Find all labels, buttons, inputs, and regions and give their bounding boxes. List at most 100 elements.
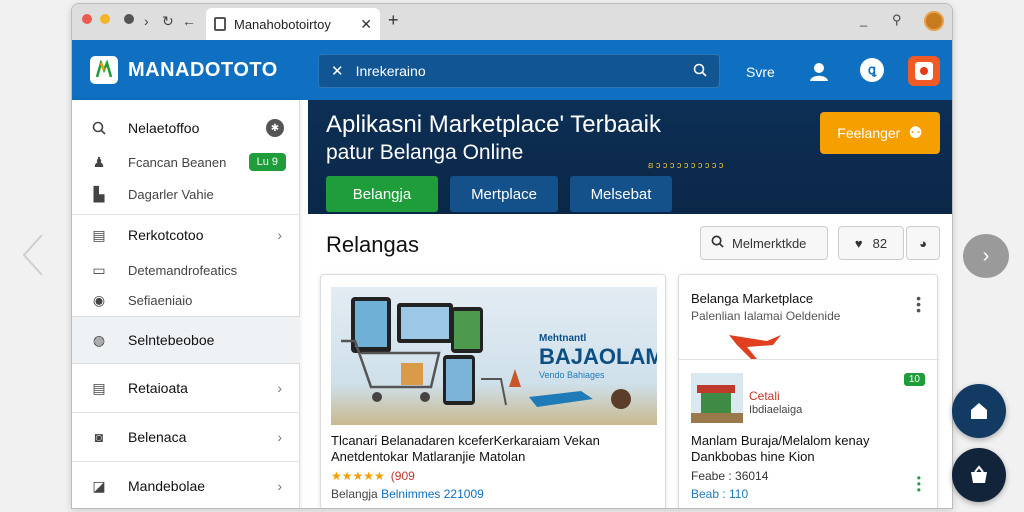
- extension-icon[interactable]: ⚲: [892, 12, 902, 28]
- home-fab[interactable]: [952, 384, 1006, 438]
- tab-marketplace[interactable]: Mertplace: [450, 176, 558, 212]
- sidebar-item-label: Sefiaeniaio: [128, 292, 193, 308]
- price-value: Belnimmes 221009: [381, 487, 484, 501]
- brand-logo[interactable]: MANADOTOTO: [90, 56, 278, 84]
- window-minimize-dot[interactable]: [100, 14, 110, 24]
- heart-icon: ♥: [854, 235, 863, 251]
- tab-belanja[interactable]: Belangja: [326, 176, 438, 212]
- sidebar-item-7[interactable]: ▤ Retaioata ›: [72, 364, 300, 412]
- sidebar-item-label: Nelaetoffoo: [128, 120, 200, 136]
- more-options-icon[interactable]: • • •: [917, 472, 921, 496]
- sidebar-item-5[interactable]: ◉ Sefiaeniaio: [72, 286, 300, 314]
- home-icon: [971, 403, 987, 419]
- sidebar-item-9[interactable]: ◪ Mandebolae ›: [72, 462, 300, 508]
- sidebar-item-label: Dagarler Vahie: [128, 186, 214, 202]
- sidebar: Nelaetoffoo ✱ ♟ Fcancan Beanen Lu 9 ▙ Da…: [72, 100, 300, 508]
- browser-window: › ↻ ← Manahobotoirtoy ✕ + _ ⚲ MANADOTOTO…: [71, 3, 953, 509]
- user-icon[interactable]: [808, 60, 830, 82]
- sidebar-item-label: Detemandrofeatics: [128, 262, 238, 278]
- settings-icon[interactable]: ✱: [266, 119, 284, 137]
- card-meta: Feabe : 36014: [691, 469, 769, 483]
- shop-name: Cetali: [749, 389, 780, 403]
- clear-search-icon[interactable]: ✕: [331, 62, 344, 80]
- more-options-icon[interactable]: • • •: [916, 291, 921, 317]
- page-favicon-icon: [214, 17, 226, 31]
- favorites-chip[interactable]: ♥ 82: [838, 226, 904, 260]
- card-title: Belanga Marketplace: [691, 291, 814, 306]
- sidebar-item-8[interactable]: ◙ Belenaca ›: [72, 413, 300, 461]
- product-card[interactable]: Mehtnantl BAJAOLAM Vendo Bahiages Tlcana…: [320, 274, 666, 508]
- window-close-dot[interactable]: [82, 14, 92, 24]
- card-meta-secondary: Beab : 110: [691, 487, 749, 501]
- shop-cta-button[interactable]: Feelanger ⚉: [820, 112, 940, 154]
- site-header: MANADOTOTO ✕ Inrekeraino Svre ꝗ: [72, 40, 952, 100]
- calendar-icon: ▤: [92, 226, 106, 243]
- chevron-right-icon: ›: [277, 429, 282, 445]
- sidebar-item-label: Rerkotcotoo: [128, 227, 204, 243]
- carousel-next-button[interactable]: ›: [963, 234, 1009, 278]
- browser-tab[interactable]: Manahobotoirtoy ✕: [206, 8, 380, 40]
- sidebar-item-2[interactable]: ▙ Dagarler Vahie: [72, 180, 300, 208]
- new-badge: 10: [903, 373, 925, 386]
- bag-fab[interactable]: [952, 448, 1006, 502]
- marketplace-card[interactable]: Belanga Marketplace Palenlian Ialamai Oe…: [678, 274, 939, 508]
- notification-glyph: ꝗ: [867, 62, 877, 77]
- banner-subtitle: patur Belanga Online: [326, 141, 524, 164]
- profile-avatar[interactable]: [924, 11, 944, 31]
- search-icon: [90, 119, 108, 137]
- rating-count: (909: [390, 469, 415, 483]
- notification-icon[interactable]: ꝗ: [860, 58, 884, 82]
- reload-icon[interactable]: ↻: [162, 12, 174, 30]
- hero-top-text: Mehtnantl: [539, 333, 587, 344]
- count-badge: Lu 9: [248, 153, 286, 171]
- browser-tabbar: › ↻ ← Manahobotoirtoy ✕ + _ ⚲: [72, 4, 952, 40]
- window-menu-dot[interactable]: [124, 14, 134, 24]
- forward-icon[interactable]: ›: [144, 12, 149, 30]
- cta-label: Feelanger: [837, 125, 901, 141]
- sidebar-item-1[interactable]: ♟ Fcancan Beanen Lu 9: [72, 148, 300, 176]
- section-title: Relangas: [326, 232, 419, 257]
- carousel-prev-icon[interactable]: [22, 233, 46, 277]
- brand-name: MANADOTOTO: [128, 58, 278, 81]
- chevron-right-icon: ›: [982, 244, 990, 267]
- promo-banner: Aplikasni Marketplace' Terbaaik patur Be…: [308, 100, 952, 214]
- product-rating: ★★★★★ (909: [331, 469, 415, 483]
- list-icon: ▤: [92, 379, 106, 396]
- app-launcher-icon[interactable]: [908, 56, 940, 86]
- eye-icon: ◉: [92, 291, 106, 308]
- tab-close-icon[interactable]: ✕: [360, 16, 372, 33]
- favorites-count: 82: [872, 235, 888, 251]
- sidebar-item-label: Mandebolae: [128, 478, 206, 494]
- minimize-icon[interactable]: _: [860, 12, 867, 27]
- sidebar-item-4[interactable]: ▭ Detemandrofeatics: [72, 256, 300, 284]
- price-prefix: Belangja: [331, 487, 378, 501]
- chat-icon: ◍: [92, 331, 106, 348]
- sidebar-item-3[interactable]: ▤ Rerkotcotoo ›: [72, 220, 300, 250]
- search-value: Inrekeraino: [355, 63, 426, 79]
- banner-small-text: ꞛ ɔ ɔ ɔ ɔ ɔ ɔ ɔ ɔ ɔ ɔ: [648, 160, 724, 170]
- product-price: Belangja Belnimmes 221009: [331, 487, 484, 501]
- wallet-icon: ▭: [92, 261, 106, 278]
- search-icon: [711, 235, 724, 251]
- sidebar-item-0[interactable]: Nelaetoffoo ✱: [72, 114, 300, 142]
- tab-title: Manahobotoirtoy: [234, 16, 331, 32]
- search-icon[interactable]: [693, 63, 707, 80]
- logo-mark-icon: [90, 56, 118, 84]
- product-title[interactable]: Tlcanari Belanadaren kceferKerkaraiam Ve…: [331, 433, 657, 465]
- header-link[interactable]: Svre: [746, 64, 775, 80]
- heart-circle-icon: ◕: [919, 235, 927, 251]
- banner-title: Aplikasni Marketplace' Terbaaik: [326, 111, 661, 138]
- bookmark-icon: ▙: [93, 185, 105, 202]
- edit-icon: ◪: [92, 477, 106, 494]
- heart-button[interactable]: ◕: [906, 226, 940, 260]
- back-icon[interactable]: ←: [182, 12, 196, 30]
- tab-melsebat[interactable]: Melsebat: [570, 176, 672, 212]
- sidebar-item-label: Belenaca: [128, 429, 187, 445]
- new-tab-button[interactable]: +: [388, 10, 399, 31]
- filter-button[interactable]: Melmerktkde: [700, 226, 828, 260]
- sidebar-item-6[interactable]: ◍ Selntebeoboe: [72, 316, 300, 364]
- search-input[interactable]: ✕ Inrekeraino: [318, 54, 720, 88]
- filter-label: Melmerktkde: [732, 235, 807, 251]
- sidebar-item-label: Fcancan Beanen: [128, 154, 227, 170]
- shop-thumbnail: [691, 373, 743, 423]
